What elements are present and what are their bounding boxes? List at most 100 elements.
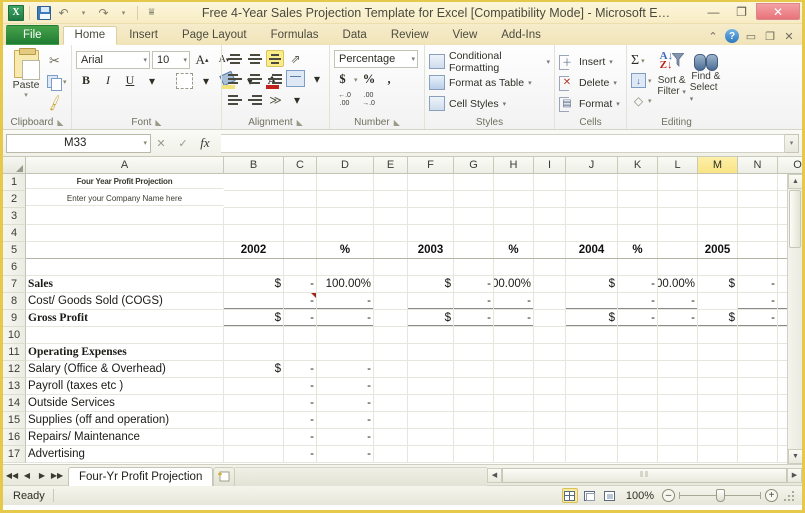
cell-F7[interactable]: $ — [408, 276, 454, 293]
scroll-right-button[interactable]: ▶ — [787, 467, 802, 483]
cell-G6[interactable] — [454, 259, 494, 276]
cell-J8[interactable] — [566, 293, 618, 310]
row-header-1[interactable]: 1 — [3, 174, 26, 191]
cell-D3[interactable] — [317, 208, 374, 225]
format-as-table-button[interactable]: Format as Table ▾ — [429, 73, 532, 92]
cell-F8[interactable] — [408, 293, 454, 310]
cell-C15[interactable]: - — [284, 412, 317, 429]
cell-N16[interactable] — [738, 429, 778, 446]
conditional-formatting-button[interactable]: Conditional Formatting ▾ — [429, 50, 550, 74]
cell-B17[interactable] — [224, 446, 284, 463]
cell-G5[interactable] — [454, 242, 494, 259]
chevron-down-icon[interactable]: ▾ — [641, 57, 645, 65]
cell-N11[interactable] — [738, 344, 778, 361]
tab-file[interactable]: File — [6, 25, 59, 45]
cell-A6[interactable] — [26, 259, 224, 276]
restore-button[interactable]: ❐ — [728, 3, 755, 20]
row-header-14[interactable]: 14 — [3, 395, 26, 412]
cell-H17[interactable] — [494, 446, 534, 463]
scroll-left-button[interactable]: ◀ — [487, 467, 502, 483]
help-icon[interactable]: ? — [725, 29, 739, 43]
cell-I17[interactable] — [534, 446, 566, 463]
cell-F3[interactable] — [408, 208, 454, 225]
cell-M1[interactable] — [698, 174, 738, 191]
cell-I5[interactable] — [534, 242, 566, 259]
row-header-8[interactable]: 8 — [3, 293, 26, 310]
cell-K1[interactable] — [618, 174, 658, 191]
insert-worksheet-button[interactable] — [213, 466, 236, 486]
cell-E17[interactable] — [374, 446, 408, 463]
row-header-3[interactable]: 3 — [3, 208, 26, 225]
cell-M9[interactable]: $ — [698, 310, 738, 327]
cell-I12[interactable] — [534, 361, 566, 378]
cell-C5[interactable] — [284, 242, 317, 259]
cell-A16[interactable]: Repairs/ Maintenance — [26, 429, 224, 446]
cell-N6[interactable] — [738, 259, 778, 276]
zoom-out-button[interactable]: – — [662, 489, 675, 502]
zoom-level[interactable]: 100% — [622, 490, 658, 502]
column-header-l[interactable]: L — [658, 157, 698, 174]
row-header-6[interactable]: 6 — [3, 259, 26, 276]
column-header-o[interactable]: O — [778, 157, 802, 174]
cell-B3[interactable] — [224, 208, 284, 225]
cell-E12[interactable] — [374, 361, 408, 378]
italic-button[interactable]: I — [98, 71, 118, 90]
cell-D12[interactable]: - — [317, 361, 374, 378]
merge-and-center-button[interactable] — [286, 70, 305, 87]
column-header-c[interactable]: C — [284, 157, 317, 174]
cell-G15[interactable] — [454, 412, 494, 429]
select-all-corner[interactable] — [3, 157, 26, 174]
cell-F4[interactable] — [408, 225, 454, 242]
cell-J10[interactable] — [566, 327, 618, 344]
column-header-g[interactable]: G — [454, 157, 494, 174]
vertical-scroll-thumb[interactable] — [789, 190, 801, 248]
cell-D16[interactable]: - — [317, 429, 374, 446]
chevron-down-icon[interactable]: ▾ — [648, 97, 652, 105]
cell-K10[interactable] — [618, 327, 658, 344]
cell-J1[interactable] — [566, 174, 618, 191]
tab-home[interactable]: Home — [62, 26, 118, 45]
zoom-slider[interactable] — [679, 489, 761, 502]
cell-N5[interactable] — [738, 242, 778, 259]
cell-D5[interactable]: % — [317, 242, 374, 259]
cell-L4[interactable] — [658, 225, 698, 242]
cell-A17[interactable]: Advertising — [26, 446, 224, 463]
cell-B1[interactable] — [224, 174, 284, 191]
first-sheet-button[interactable]: ◀◀ — [5, 468, 19, 483]
undo-button[interactable]: ↶ — [55, 4, 72, 21]
scroll-up-button[interactable]: ▲ — [788, 174, 802, 189]
column-header-e[interactable]: E — [374, 157, 408, 174]
cell-E7[interactable] — [374, 276, 408, 293]
cell-J14[interactable] — [566, 395, 618, 412]
cell-F10[interactable] — [408, 327, 454, 344]
cell-H10[interactable] — [494, 327, 534, 344]
cell-C17[interactable]: - — [284, 446, 317, 463]
cell-K2[interactable] — [618, 191, 658, 208]
row-header-13[interactable]: 13 — [3, 378, 26, 395]
cell-C2[interactable] — [284, 191, 317, 208]
customize-qat-button[interactable]: ⩸ — [143, 4, 160, 21]
font-name-combo[interactable]: Arial ▾ — [76, 50, 150, 69]
cell-G1[interactable] — [454, 174, 494, 191]
column-header-d[interactable]: D — [317, 157, 374, 174]
cell-G14[interactable] — [454, 395, 494, 412]
cell-B13[interactable] — [224, 378, 284, 395]
cell-G3[interactable] — [454, 208, 494, 225]
cancel-formula-icon[interactable]: ✕ — [153, 135, 169, 151]
cell-G8[interactable]: - — [454, 293, 494, 310]
cell-E9[interactable] — [374, 310, 408, 327]
cell-M16[interactable] — [698, 429, 738, 446]
clear-button[interactable]: ◇ ▾ — [631, 91, 652, 110]
cell-A14[interactable]: Outside Services — [26, 395, 224, 412]
number-format-combo[interactable]: Percentage ▾ — [334, 50, 418, 68]
cell-I9[interactable] — [534, 310, 566, 327]
cell-L17[interactable] — [658, 446, 698, 463]
prev-sheet-button[interactable]: ◀ — [20, 468, 34, 483]
copy-button[interactable]: ▾ — [47, 72, 67, 91]
font-size-combo[interactable]: 10 ▾ — [152, 50, 190, 69]
cell-L10[interactable] — [658, 327, 698, 344]
row-header-15[interactable]: 15 — [3, 412, 26, 429]
cell-C11[interactable] — [284, 344, 317, 361]
cell-B8[interactable] — [224, 293, 284, 310]
normal-view-button[interactable] — [561, 488, 578, 503]
